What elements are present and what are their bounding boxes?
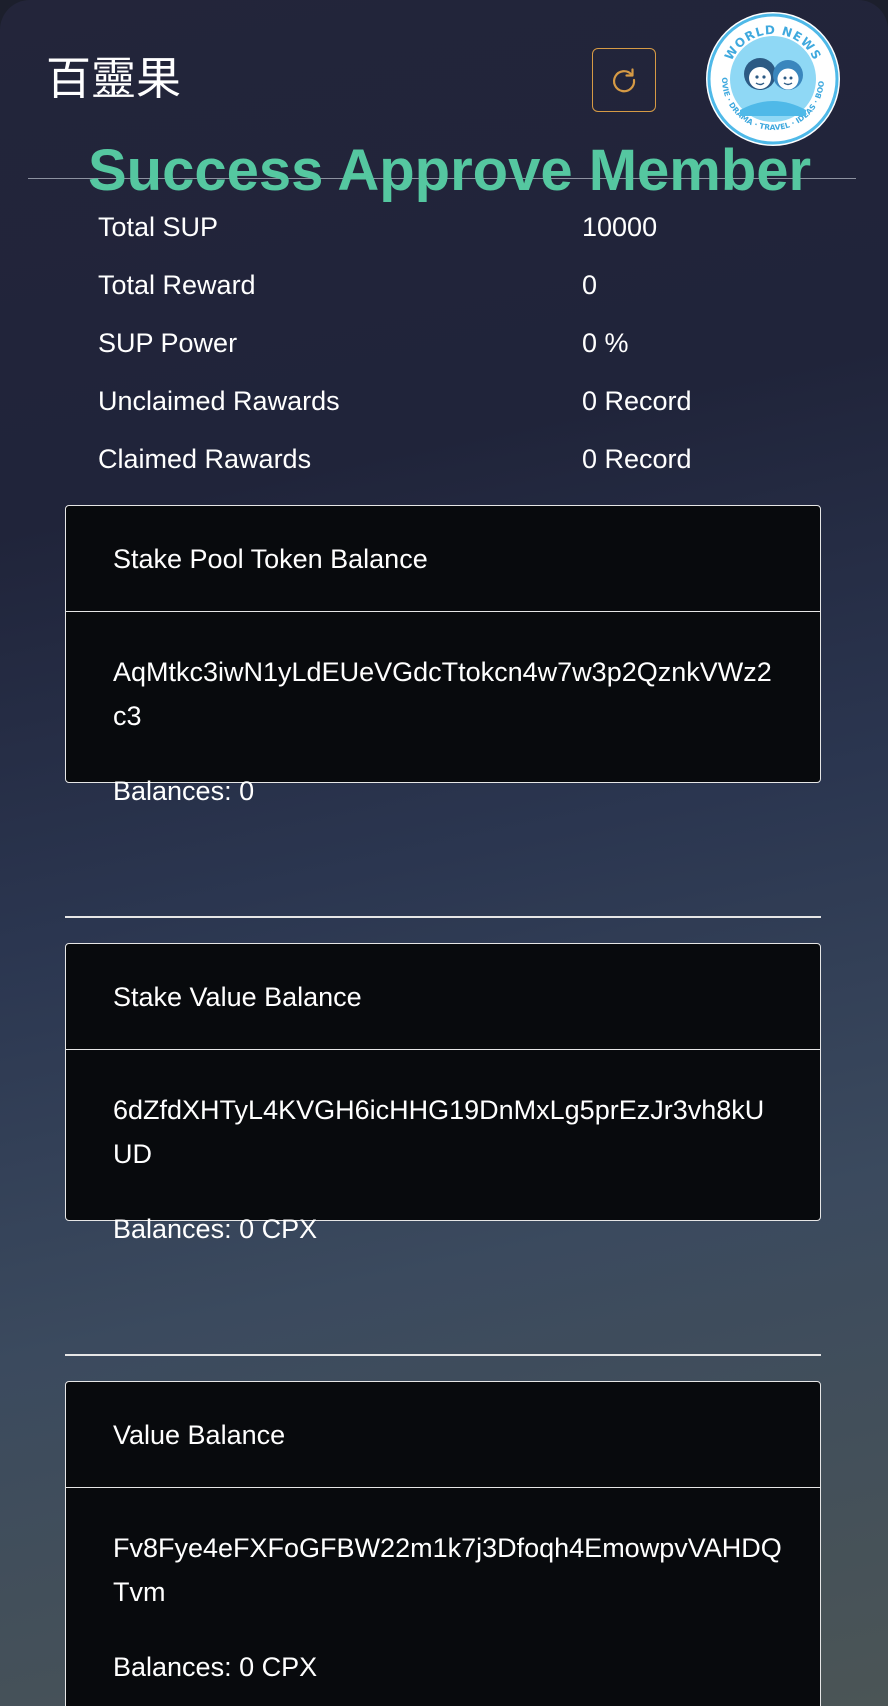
value-balance-card: Value Balance Fv8Fye4eFXFoGFBW22m1k7j3Df… — [65, 1381, 821, 1706]
stat-row-sup-power: SUP Power 0 % — [98, 321, 798, 379]
card-title: Stake Value Balance — [66, 944, 820, 1050]
card-address: 6dZfdXHTyL4KVGH6icHHG19DnMxLg5prEzJr3vh8… — [113, 1095, 765, 1169]
stake-pool-token-balance-card: Stake Pool Token Balance AqMtkc3iwN1yLdE… — [65, 505, 821, 806]
card-address: AqMtkc3iwN1yLdEUeVGdcTtokcn4w7w3p2QznkVW… — [113, 657, 772, 731]
stat-label: Total SUP — [98, 212, 219, 242]
stat-value: 0 Record — [582, 386, 692, 416]
app-screen: 百靈果 WORLD NEWS MOVIE · DRAMA · TRAVEL · … — [0, 0, 888, 1706]
card-separator — [65, 1354, 821, 1356]
stat-value: 0 Record — [582, 444, 692, 474]
app-title: 百靈果 — [46, 52, 182, 105]
success-banner: Success Approve Member — [88, 138, 812, 203]
stat-row-claimed-rewards: Claimed Rawards 0 Record — [98, 437, 798, 495]
stat-label: Claimed Rawards — [98, 444, 312, 474]
stat-row-total-sup: Total SUP 10000 — [98, 205, 798, 263]
stat-row-total-reward: Total Reward 0 — [98, 263, 798, 321]
world-news-logo[interactable]: WORLD NEWS MOVIE · DRAMA · TRAVEL · IDEA… — [706, 12, 840, 146]
card-balance: Balances: 0 CPX — [113, 1214, 318, 1244]
card-separator — [65, 916, 821, 918]
stat-value: 0 — [582, 270, 598, 300]
refresh-icon — [613, 68, 636, 93]
world-news-logo-icon: WORLD NEWS MOVIE · DRAMA · TRAVEL · IDEA… — [706, 12, 839, 145]
stat-value: 10000 — [582, 212, 658, 242]
stat-label: Unclaimed Rawards — [98, 386, 340, 416]
stats-list: Total SUP 10000 Total Reward 0 SUP Power… — [98, 205, 798, 495]
card-address: Fv8Fye4eFXFoGFBW22m1k7j3Dfoqh4EmowpvVAHD… — [113, 1533, 782, 1607]
card-title: Value Balance — [66, 1382, 820, 1488]
card-title: Stake Pool Token Balance — [66, 506, 820, 612]
stat-value: 0 % — [582, 328, 629, 358]
stake-value-balance-card: Stake Value Balance 6dZfdXHTyL4KVGH6icHH… — [65, 943, 821, 1244]
refresh-button[interactable] — [592, 48, 656, 112]
stat-row-unclaimed-rewards: Unclaimed Rawards 0 Record — [98, 379, 798, 437]
stat-label: Total Reward — [98, 270, 256, 300]
stat-label: SUP Power — [98, 328, 238, 358]
card-balance: Balances: 0 CPX — [113, 1652, 318, 1682]
card-balance: Balances: 0 — [113, 776, 255, 806]
